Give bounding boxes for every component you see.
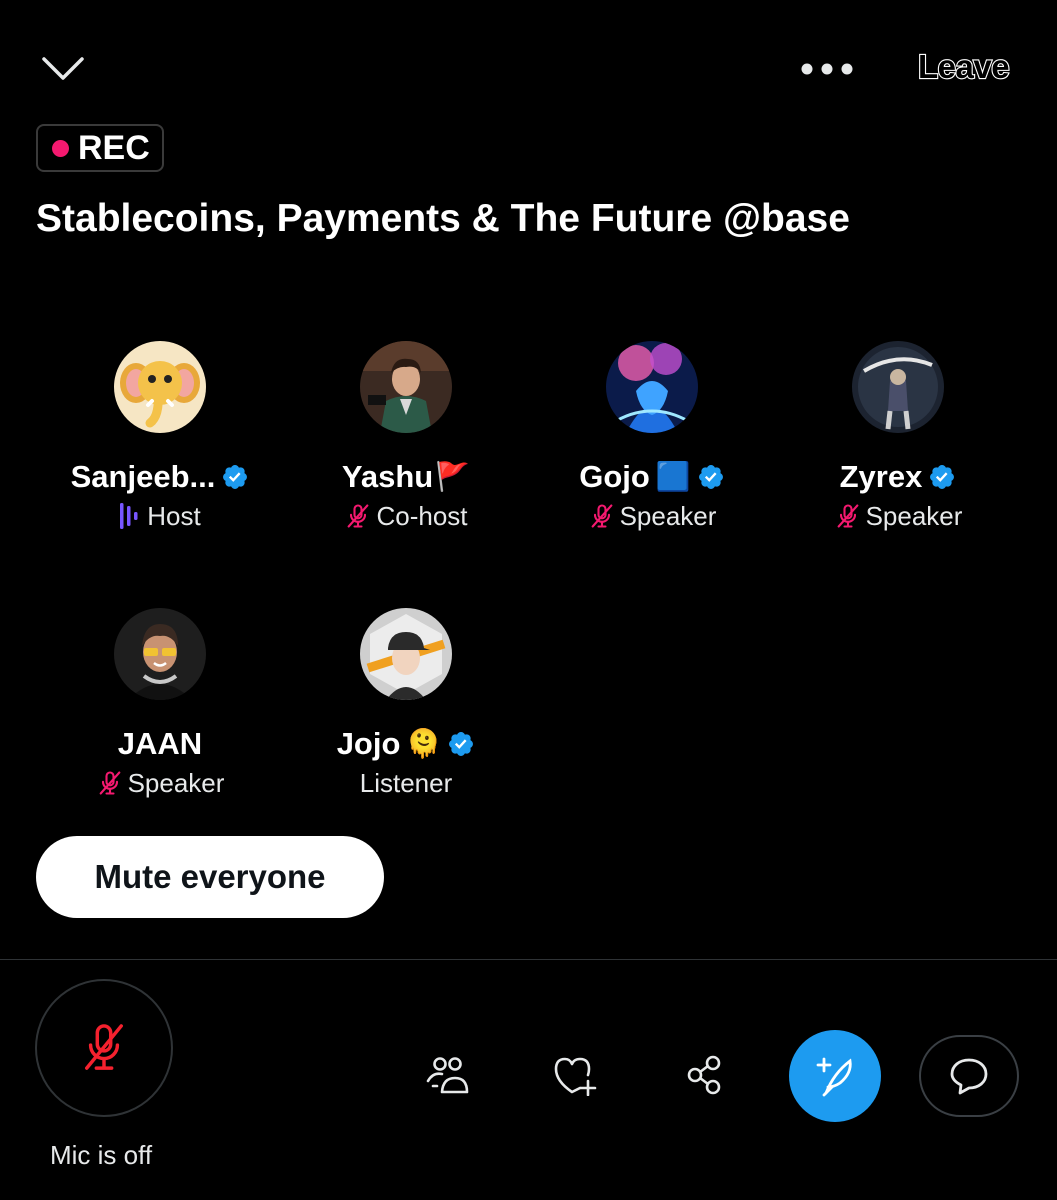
compose-tweet-icon (816, 1057, 852, 1097)
participant-name: Yashu (341, 459, 434, 494)
participant-role: Co-host (376, 500, 468, 531)
participant-name: Jojo (336, 726, 401, 761)
share-button[interactable] (675, 1045, 735, 1105)
participant-name: Zyrex (839, 459, 923, 494)
blue-square-emoji: 🟦 (655, 461, 691, 492)
participant-name: Gojo (579, 459, 650, 494)
compose-button[interactable] (789, 1030, 881, 1122)
melting-face-emoji: 🫠 (406, 728, 442, 759)
chevron-down-icon (42, 57, 84, 80)
verified-badge-icon (697, 463, 725, 491)
recording-badge: REC (36, 124, 164, 172)
avatar (114, 608, 206, 700)
heart-plus-icon (554, 1057, 597, 1096)
avatar (360, 341, 452, 433)
people-icon (426, 1057, 469, 1094)
participant-card[interactable]: Sanjeeb... Host (37, 341, 283, 535)
participant-name: Sanjeeb... (70, 459, 216, 494)
recording-dot-icon (52, 139, 69, 157)
leave-button[interactable]: Leave (917, 47, 1011, 86)
mic-off-icon (588, 502, 616, 530)
verified-badge-icon (928, 463, 956, 491)
participant-card[interactable]: JAAN Speaker (37, 608, 283, 802)
participant-card[interactable]: Zyrex Speaker (775, 341, 1021, 535)
red-flag-emoji: 🚩 (435, 461, 471, 492)
divider (0, 959, 1057, 960)
participant-role: Speaker (127, 767, 225, 798)
participant-card[interactable]: Yashu 🚩 Co-host (283, 341, 529, 535)
verified-badge-icon (447, 730, 475, 758)
mute-everyone-button[interactable]: Mute everyone (36, 836, 384, 918)
participant-role: Listener (359, 767, 453, 798)
speaking-waveform-icon (120, 503, 138, 529)
react-button[interactable] (545, 1045, 605, 1105)
more-options-button[interactable] (798, 52, 858, 86)
participant-role: Speaker (619, 500, 717, 531)
participant-role: Speaker (865, 500, 963, 531)
recording-label: REC (78, 128, 150, 167)
participant-name: JAAN (117, 726, 203, 761)
space-title: Stablecoins, Payments & The Future @base (36, 197, 850, 240)
collapse-button[interactable] (38, 50, 88, 90)
participant-role: Host (147, 500, 201, 531)
avatar (606, 341, 698, 433)
mic-off-icon (834, 502, 862, 530)
more-horizontal-icon (801, 63, 853, 75)
chat-bubble-icon (950, 1058, 988, 1095)
chat-button[interactable] (919, 1035, 1019, 1117)
mic-off-icon (344, 502, 372, 530)
mic-toggle-button[interactable] (35, 979, 173, 1117)
avatar (852, 341, 944, 433)
avatar (360, 608, 452, 700)
mic-off-icon (96, 769, 124, 797)
participant-card[interactable]: Gojo 🟦 Speaker (529, 341, 775, 535)
avatar (114, 341, 206, 433)
mic-off-icon (85, 1024, 123, 1070)
share-icon (687, 1055, 721, 1095)
participants-button[interactable] (417, 1045, 477, 1105)
mic-status-label: Mic is off (50, 1140, 153, 1170)
verified-badge-icon (221, 463, 249, 491)
participant-card[interactable]: Jojo 🫠 Listener (283, 608, 529, 802)
